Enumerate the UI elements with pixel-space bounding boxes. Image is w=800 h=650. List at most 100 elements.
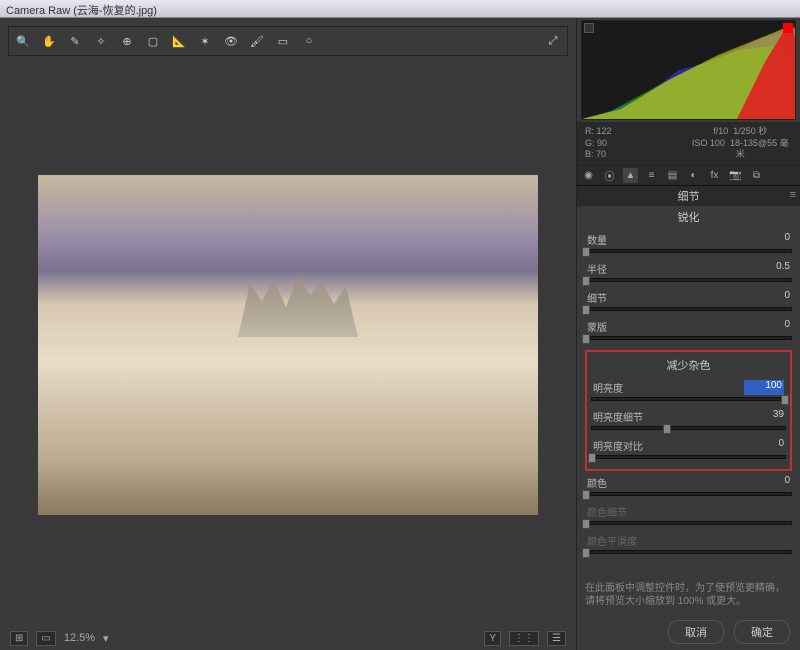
tab-curve-icon[interactable]: ⦿ <box>602 168 617 183</box>
status-menu-icon[interactable]: ☰ <box>547 631 566 646</box>
adjustment-brush-icon[interactable]: 🖌 <box>249 33 265 49</box>
exif-shutter: 1/250 秒 <box>733 126 767 136</box>
help-text: 在此面板中调整控件时，为了使预览更精确，请将预览大小缩放到 100% 或更大。 <box>577 576 800 614</box>
dialog-footer: 取消 确定 <box>577 614 800 650</box>
panel-title: 细节 <box>678 191 700 203</box>
shadow-clip-icon[interactable] <box>584 23 594 33</box>
tab-basic-icon[interactable]: ◉ <box>581 168 596 183</box>
tab-camera-icon[interactable]: 📷 <box>728 168 743 183</box>
right-panel: R: 122 G: 90 B: 70 f/10 1/250 秒 ISO 100 … <box>576 18 800 650</box>
slider-thumb[interactable] <box>582 247 590 257</box>
slider-label: 细节 <box>587 290 607 305</box>
slider-thumb[interactable] <box>582 305 590 315</box>
panel-menu-icon[interactable]: ≡ <box>790 189 796 201</box>
zoom-dropdown-icon[interactable]: ▾ <box>103 632 109 645</box>
slider-track[interactable] <box>585 307 792 311</box>
grid-toggle-icon[interactable]: ⊞ <box>10 631 28 646</box>
zoom-level[interactable]: 12.5% <box>64 632 95 644</box>
graduated-filter-icon[interactable]: ▭ <box>275 33 291 49</box>
slider-track[interactable] <box>585 336 792 340</box>
slider-label: 数量 <box>587 232 607 247</box>
tab-hsl-icon[interactable]: ≡ <box>644 168 659 183</box>
noise-section: 减少杂色 明亮度100明亮度细节39明亮度对比0 颜色0颜色细节颜色平滑度 <box>577 348 800 562</box>
tab-lens-icon[interactable]: ◐ <box>686 168 701 183</box>
image-preview[interactable] <box>38 175 538 515</box>
slider-label: 颜色平滑度 <box>587 533 637 548</box>
noise-highlight-box: 减少杂色 明亮度100明亮度细节39明亮度对比0 <box>585 350 792 471</box>
zoom-tool-icon[interactable]: 🔍 <box>15 33 31 49</box>
slider-track[interactable] <box>585 550 792 554</box>
slider-track[interactable] <box>585 521 792 525</box>
slider-value[interactable]: 0 <box>750 232 790 247</box>
slider-label: 明亮度细节 <box>593 409 643 424</box>
sharpen-slider-1: 半径 0.5 <box>585 261 792 282</box>
hand-tool-icon[interactable]: ✋ <box>41 33 57 49</box>
spot-removal-icon[interactable]: ✶ <box>197 33 213 49</box>
noise-extra-slider-1: 颜色细节 <box>585 504 792 525</box>
exif-iso: ISO 100 <box>692 138 725 148</box>
tab-fx-icon[interactable]: fx <box>707 168 722 183</box>
ok-button[interactable]: 确定 <box>734 620 790 644</box>
slider-label: 颜色 <box>587 475 607 490</box>
slider-value[interactable]: 0 <box>750 319 790 334</box>
highlight-clip-icon[interactable] <box>783 23 793 33</box>
tab-presets-icon[interactable]: ⧉ <box>749 168 764 183</box>
redeye-icon[interactable]: 👁 <box>223 33 239 49</box>
slider-track[interactable] <box>591 455 786 459</box>
sharpen-slider-0: 数量 0 <box>585 232 792 253</box>
slider-value[interactable]: 100 <box>744 380 784 395</box>
slider-thumb[interactable] <box>582 548 590 558</box>
slider-label: 颜色细节 <box>587 504 627 519</box>
slider-value[interactable]: 0 <box>750 475 790 490</box>
slider-track[interactable] <box>591 397 786 401</box>
color-sampler-icon[interactable]: ✧ <box>93 33 109 49</box>
toolbar-extra-icon[interactable]: ⤢ <box>545 33 561 49</box>
slider-thumb[interactable] <box>582 334 590 344</box>
status-dots-icon[interactable]: ⋮⋮ <box>509 631 539 646</box>
compare-toggle-icon[interactable]: ▭ <box>36 631 55 646</box>
slider-value[interactable] <box>750 533 790 548</box>
cancel-button[interactable]: 取消 <box>668 620 724 644</box>
slider-thumb[interactable] <box>663 424 671 434</box>
slider-thumb[interactable] <box>781 395 789 405</box>
sharpen-section: 锐化 数量 0 半径 0.5 细节 0 蒙版 0 <box>577 206 800 348</box>
exif-readout: f/10 1/250 秒 ISO 100 18-135@55 毫米 <box>689 126 793 161</box>
slider-thumb[interactable] <box>582 276 590 286</box>
slider-value[interactable]: 0.5 <box>750 261 790 276</box>
slider-track[interactable] <box>585 278 792 282</box>
slider-value[interactable] <box>750 504 790 519</box>
main-container: 🔍 ✋ ✎ ✧ ⊕ ▢ 📐 ✶ 👁 🖌 ▭ ○ ⤢ ⊞ ▭ 12.5% ▾ Y … <box>0 18 800 650</box>
sharpen-title: 锐化 <box>585 206 792 228</box>
sharpen-slider-3: 蒙版 0 <box>585 319 792 340</box>
rgb-g: G: 90 <box>585 138 689 150</box>
crop-icon[interactable]: ▢ <box>145 33 161 49</box>
slider-track[interactable] <box>585 249 792 253</box>
slider-thumb[interactable] <box>588 453 596 463</box>
slider-track[interactable] <box>585 492 792 496</box>
targeted-adjust-icon[interactable]: ⊕ <box>119 33 135 49</box>
window-title: Camera Raw (云海-恢复的.jpg) <box>6 5 157 17</box>
slider-thumb[interactable] <box>582 519 590 529</box>
slider-label: 明亮度对比 <box>593 438 643 453</box>
slider-value[interactable]: 39 <box>744 409 784 424</box>
radial-filter-icon[interactable]: ○ <box>301 33 317 49</box>
slider-label: 半径 <box>587 261 607 276</box>
tab-detail-icon[interactable]: ▲ <box>623 168 638 183</box>
slider-label: 蒙版 <box>587 319 607 334</box>
tab-split-icon[interactable]: ▤ <box>665 168 680 183</box>
rgb-b: B: 70 <box>585 149 689 161</box>
slider-value[interactable]: 0 <box>750 290 790 305</box>
noise-slider-2: 明亮度对比 0 <box>591 438 786 459</box>
status-y-icon[interactable]: Y <box>484 631 501 646</box>
toolbar: 🔍 ✋ ✎ ✧ ⊕ ▢ 📐 ✶ 👁 🖌 ▭ ○ ⤢ <box>8 26 568 56</box>
left-panel: 🔍 ✋ ✎ ✧ ⊕ ▢ 📐 ✶ 👁 🖌 ▭ ○ ⤢ ⊞ ▭ 12.5% ▾ Y … <box>0 18 576 650</box>
window-titlebar: Camera Raw (云海-恢复的.jpg) <box>0 0 800 18</box>
slider-thumb[interactable] <box>582 490 590 500</box>
slider-value[interactable]: 0 <box>744 438 784 453</box>
eyedropper-icon[interactable]: ✎ <box>67 33 83 49</box>
slider-track[interactable] <box>591 426 786 430</box>
panel-header: 细节 ≡ <box>577 186 800 206</box>
noise-title: 减少杂色 <box>591 354 786 376</box>
histogram[interactable] <box>581 20 796 120</box>
straighten-icon[interactable]: 📐 <box>171 33 187 49</box>
